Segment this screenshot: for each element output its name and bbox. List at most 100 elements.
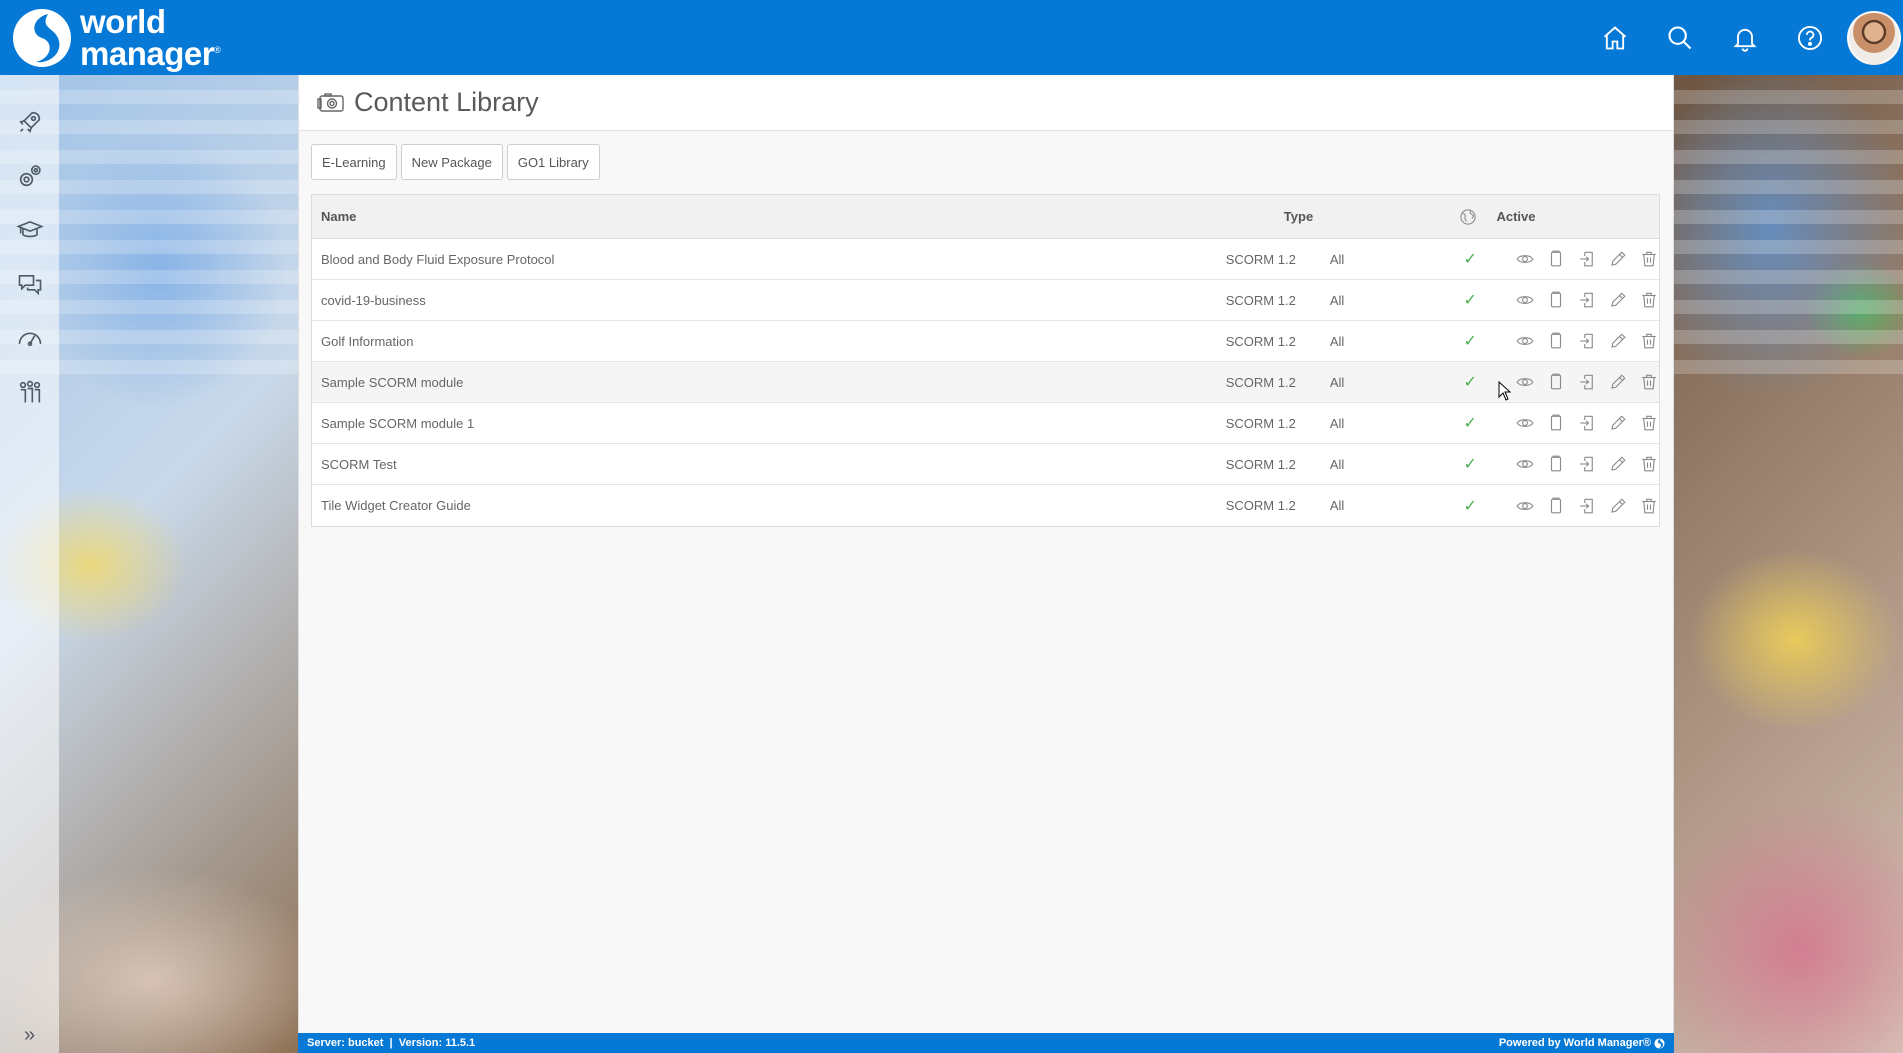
- table-row[interactable]: Tile Widget Creator Guide SCORM 1.2 All …: [312, 485, 1659, 526]
- delete-button[interactable]: [1639, 290, 1659, 310]
- table-row[interactable]: Sample SCORM module 1 SCORM 1.2 All ✓: [312, 403, 1659, 444]
- view-button[interactable]: [1515, 372, 1535, 392]
- delete-icon: [1642, 456, 1656, 472]
- edit-icon: [1611, 292, 1626, 307]
- row-name[interactable]: SCORM Test: [312, 457, 1201, 472]
- edit-button[interactable]: [1608, 496, 1628, 516]
- edit-icon: [1611, 374, 1626, 389]
- edit-icon: [1611, 251, 1626, 266]
- delete-icon: [1642, 251, 1656, 267]
- copy-button[interactable]: [1546, 496, 1566, 516]
- view-button[interactable]: [1515, 454, 1535, 474]
- rail-item-messages[interactable]: [0, 257, 59, 311]
- rail-item-dashboard[interactable]: [0, 311, 59, 365]
- edit-button[interactable]: [1608, 331, 1628, 351]
- rail-expand-button[interactable]: »: [0, 1021, 59, 1049]
- search-button[interactable]: [1647, 0, 1712, 75]
- copy-button[interactable]: [1546, 249, 1566, 269]
- copy-button[interactable]: [1546, 331, 1566, 351]
- edit-button[interactable]: [1608, 454, 1628, 474]
- copy-button[interactable]: [1546, 413, 1566, 433]
- rail-item-launch[interactable]: [0, 95, 59, 149]
- logo-mark-icon: [13, 9, 71, 67]
- export-button[interactable]: [1577, 249, 1597, 269]
- active-check-icon: ✓: [1463, 333, 1477, 350]
- user-avatar[interactable]: [1847, 10, 1901, 65]
- row-audience: All: [1329, 251, 1345, 267]
- top-bar: world manager®: [0, 0, 1903, 75]
- delete-icon: [1642, 292, 1656, 308]
- new-package-button[interactable]: New Package: [400, 144, 503, 180]
- table-row[interactable]: Sample SCORM module SCORM 1.2 All ✓: [312, 362, 1659, 403]
- view-button[interactable]: [1515, 413, 1535, 433]
- row-type: SCORM 1.2: [1225, 251, 1296, 267]
- gears-icon: [19, 165, 41, 187]
- view-icon: [1516, 337, 1534, 345]
- export-button[interactable]: [1577, 290, 1597, 310]
- table-row[interactable]: Golf Information SCORM 1.2 All ✓: [312, 321, 1659, 362]
- row-actions: [1501, 372, 1659, 392]
- row-name[interactable]: Sample SCORM module: [312, 375, 1201, 390]
- export-icon: [1580, 292, 1593, 308]
- go1-library-button[interactable]: GO1 Library: [506, 144, 600, 180]
- edit-icon: [1611, 456, 1626, 471]
- export-button[interactable]: [1577, 454, 1597, 474]
- export-icon: [1580, 333, 1593, 349]
- edit-button[interactable]: [1608, 249, 1628, 269]
- edit-icon: [1611, 415, 1626, 430]
- row-actions: [1501, 290, 1659, 310]
- row-name[interactable]: Tile Widget Creator Guide: [312, 498, 1201, 513]
- row-audience: All: [1329, 498, 1345, 513]
- edit-button[interactable]: [1608, 290, 1628, 310]
- export-button[interactable]: [1577, 496, 1597, 516]
- row-name[interactable]: Golf Information: [312, 334, 1201, 349]
- help-button[interactable]: [1777, 0, 1842, 75]
- row-audience: All: [1329, 374, 1345, 390]
- rail-item-education[interactable]: [0, 203, 59, 257]
- rail-item-settings[interactable]: [0, 149, 59, 203]
- row-name[interactable]: Sample SCORM module 1: [312, 416, 1201, 431]
- mouse-cursor-icon: [1498, 381, 1512, 401]
- view-button[interactable]: [1515, 249, 1535, 269]
- home-button[interactable]: [1582, 0, 1647, 75]
- export-button[interactable]: [1577, 331, 1597, 351]
- header-active[interactable]: Active: [1484, 209, 1548, 224]
- rail-item-people[interactable]: [0, 365, 59, 419]
- export-button[interactable]: [1577, 372, 1597, 392]
- header-type[interactable]: Type: [1236, 209, 1361, 224]
- copy-button[interactable]: [1546, 372, 1566, 392]
- delete-button[interactable]: [1639, 496, 1659, 516]
- header-name[interactable]: Name: [312, 209, 1236, 224]
- notifications-button[interactable]: [1712, 0, 1777, 75]
- copy-button[interactable]: [1546, 290, 1566, 310]
- delete-button[interactable]: [1639, 372, 1659, 392]
- view-icon: [1516, 419, 1534, 427]
- edit-button[interactable]: [1608, 372, 1628, 392]
- world-manager-logo[interactable]: world manager®: [10, 5, 221, 72]
- row-name[interactable]: covid-19-business: [312, 293, 1201, 308]
- edit-icon: [1611, 497, 1626, 513]
- world-manager-small-logo-icon: [1654, 1037, 1665, 1049]
- edit-icon: [1611, 333, 1626, 348]
- export-button[interactable]: [1577, 413, 1597, 433]
- delete-button[interactable]: [1639, 454, 1659, 474]
- copy-button[interactable]: [1546, 454, 1566, 474]
- delete-button[interactable]: [1639, 331, 1659, 351]
- view-button[interactable]: [1515, 331, 1535, 351]
- elearning-button[interactable]: E-Learning: [311, 144, 397, 180]
- delete-button[interactable]: [1639, 413, 1659, 433]
- edit-button[interactable]: [1608, 413, 1628, 433]
- logo-line-2: manager: [80, 35, 215, 72]
- row-type: SCORM 1.2: [1225, 498, 1296, 513]
- delete-button[interactable]: [1639, 249, 1659, 269]
- table-row[interactable]: Blood and Body Fluid Exposure Protocol S…: [312, 239, 1659, 280]
- view-button[interactable]: [1515, 496, 1535, 516]
- view-button[interactable]: [1515, 290, 1535, 310]
- copy-icon: [1550, 414, 1562, 431]
- table-row[interactable]: covid-19-business SCORM 1.2 All ✓: [312, 280, 1659, 321]
- globe-icon: [1459, 208, 1476, 225]
- content-library-panel: Content Library E-Learning New Package G…: [298, 75, 1674, 1033]
- table-row[interactable]: SCORM Test SCORM 1.2 All ✓: [312, 444, 1659, 485]
- row-name[interactable]: Blood and Body Fluid Exposure Protocol: [312, 252, 1201, 267]
- view-icon: [1516, 378, 1534, 386]
